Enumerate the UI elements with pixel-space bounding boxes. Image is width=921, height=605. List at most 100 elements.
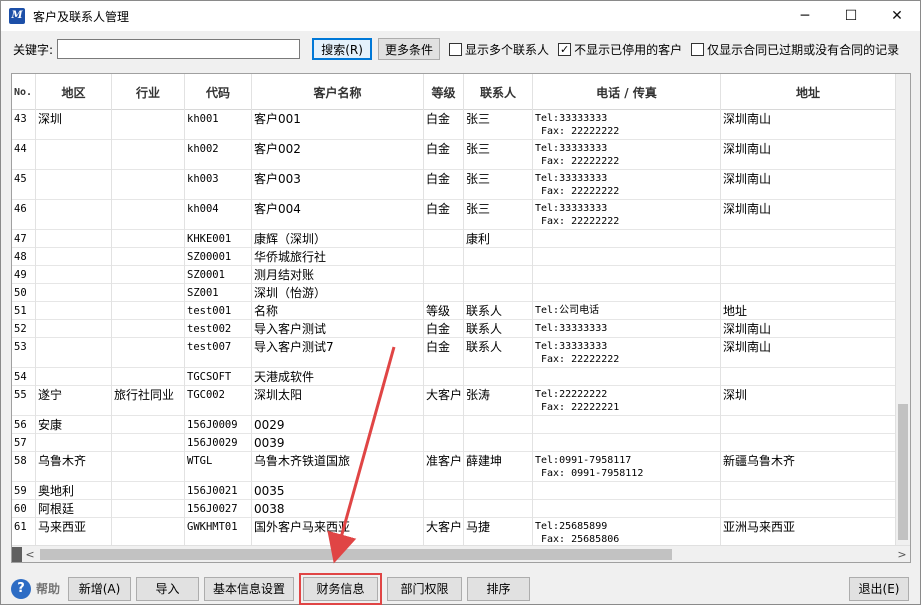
cell-region: [36, 302, 112, 320]
import-button[interactable]: 导入: [136, 576, 200, 601]
cell-code: WTGL: [185, 452, 252, 482]
table-row[interactable]: 55 遂宁 旅行社同业 TGC002 深圳太阳 大客户 张涛 Tel:22222222 Fax:…: [12, 386, 896, 416]
cell-phone-fax: [533, 482, 721, 500]
cell-phone-fax: Tel:33333333 Fax: 22222222: [533, 338, 721, 368]
table-row[interactable]: 45 kh003 客户003 白金 张三 Tel:33333333 Fax: 2222222…: [12, 170, 896, 200]
cell-phone-fax: [533, 368, 721, 386]
table-row[interactable]: 61 马来西亚 GWKHMT01 国外客户马来西亚 大客户 马捷 Tel:25685899 F…: [12, 518, 896, 548]
table-row[interactable]: 51 test001 名称 等级 联系人 Tel:公司电话 地址: [12, 302, 896, 320]
cell-address: [721, 368, 896, 386]
horizontal-scrollbar[interactable]: < >: [12, 545, 910, 562]
cell-level: [424, 230, 464, 248]
show-multiple-contacts-checkbox[interactable]: 显示多个联系人: [449, 41, 549, 58]
column-header-address[interactable]: 地址: [721, 74, 896, 110]
cell-contact: 马捷: [464, 518, 533, 548]
column-header-code[interactable]: 代码: [185, 74, 252, 110]
table-row[interactable]: 60 阿根廷 156J0027 0038: [12, 500, 896, 518]
cell-no: 51: [12, 302, 36, 320]
scroll-left-arrow-icon[interactable]: <: [22, 548, 38, 561]
vertical-scroll-thumb[interactable]: [898, 404, 908, 540]
department-permissions-button[interactable]: 部门权限: [387, 576, 463, 601]
column-header-customer-name[interactable]: 客户名称: [252, 74, 424, 110]
tel-text: Tel:22222222: [535, 389, 608, 400]
add-button[interactable]: 新增(A): [68, 576, 132, 601]
checkbox-label: 显示多个联系人: [465, 42, 550, 57]
customer-grid[interactable]: No. 地区 行业 代码 客户名称 等级 联系人 电话 / 传真 地址 43 深圳…: [11, 73, 911, 563]
vertical-scrollbar[interactable]: [895, 74, 910, 546]
cell-no: 49: [12, 266, 36, 284]
cell-address: 亚洲马来西亚: [721, 518, 896, 548]
keyword-input[interactable]: [57, 39, 301, 59]
table-row[interactable]: 52 test002 导入客户测试 白金 联系人 Tel:33333333 深圳南山: [12, 320, 896, 338]
table-row[interactable]: 50 SZ001 深圳（怡游）: [12, 284, 896, 302]
table-row[interactable]: 57 156J0029 0039: [12, 434, 896, 452]
checkbox-box[interactable]: [449, 42, 463, 56]
cell-code: 156J0009: [185, 416, 252, 434]
more-conditions-button[interactable]: 更多条件: [378, 38, 441, 60]
cell-industry: 旅行社同业: [112, 386, 185, 416]
cell-contact: [464, 434, 533, 452]
tel-text: Tel:33333333: [535, 203, 608, 214]
cell-industry: [112, 368, 185, 386]
sort-button[interactable]: 排序: [467, 576, 531, 601]
checkbox-box-checked[interactable]: ✓: [558, 42, 572, 56]
cell-code: KHKE001: [185, 230, 252, 248]
help-button[interactable]: ? 帮助: [11, 578, 61, 599]
column-header-phone-fax[interactable]: 电话 / 传真: [533, 74, 721, 110]
cell-code: TGCSOFT: [185, 368, 252, 386]
column-header-industry[interactable]: 行业: [112, 74, 185, 110]
close-button[interactable]: ✕: [874, 1, 920, 31]
table-row[interactable]: 48 SZ00001 华侨城旅行社: [12, 248, 896, 266]
table-row[interactable]: 46 kh004 客户004 白金 张三 Tel:33333333 Fax: 2222222…: [12, 200, 896, 230]
search-button[interactable]: 搜索(R): [312, 38, 373, 60]
table-row[interactable]: 53 test007 导入客户测试7 白金 联系人 Tel:33333333 Fax: 22…: [12, 338, 896, 368]
cell-no: 59: [12, 482, 36, 500]
finance-info-button[interactable]: 财务信息: [303, 576, 379, 601]
cell-contact: 康利: [464, 230, 533, 248]
table-row[interactable]: 58 乌鲁木齐 WTGL 乌鲁木齐铁道国旅 准客户 薛建坤 Tel:0991-7958117…: [12, 452, 896, 482]
table-row[interactable]: 49 SZ0001 测月结对账: [12, 266, 896, 284]
cell-region: [36, 200, 112, 230]
expired-contracts-only-checkbox[interactable]: 仅显示合同已过期或没有合同的记录: [691, 41, 899, 58]
help-label: 帮助: [36, 582, 61, 596]
cell-customer-name: 客户001: [252, 110, 424, 140]
cell-code: 156J0029: [185, 434, 252, 452]
table-row[interactable]: 56 安康 156J0009 0029: [12, 416, 896, 434]
column-header-no[interactable]: No.: [12, 74, 36, 110]
column-header-region[interactable]: 地区: [36, 74, 112, 110]
checkbox-box[interactable]: [691, 42, 705, 56]
exit-button[interactable]: 退出(E): [849, 576, 909, 601]
help-question-icon[interactable]: ?: [11, 578, 31, 599]
hide-disabled-customers-checkbox[interactable]: ✓ 不显示已停用的客户: [558, 41, 682, 58]
cell-customer-name: 客户003: [252, 170, 424, 200]
table-row[interactable]: 47 KHKE001 康辉（深圳） 康利: [12, 230, 896, 248]
cell-customer-name: 导入客户测试7: [252, 338, 424, 368]
cell-level: 等级: [424, 302, 464, 320]
cell-level: 白金: [424, 110, 464, 140]
cell-phone-fax: [533, 416, 721, 434]
checkbox-label: 仅显示合同已过期或没有合同的记录: [707, 42, 900, 57]
horizontal-scroll-thumb[interactable]: [40, 548, 672, 560]
column-header-contact[interactable]: 联系人: [464, 74, 533, 110]
cell-customer-name: 测月结对账: [252, 266, 424, 284]
column-header-level[interactable]: 等级: [424, 74, 464, 110]
cell-level: 大客户: [424, 518, 464, 548]
cell-no: 43: [12, 110, 36, 140]
cell-customer-name: 深圳太阳: [252, 386, 424, 416]
minimize-button[interactable]: ─: [782, 1, 828, 31]
table-row[interactable]: 59 奥地利 156J0021 0035: [12, 482, 896, 500]
customer-contact-window: M 客户及联系人管理 ─ ☐ ✕ 关键字: 搜索(R) 更多条件 显示多个联系人…: [0, 0, 921, 605]
cell-customer-name: 0039: [252, 434, 424, 452]
cell-phone-fax: Tel:公司电话: [533, 302, 721, 320]
maximize-button[interactable]: ☐: [828, 1, 874, 31]
cell-code: SZ0001: [185, 266, 252, 284]
cell-address: [721, 230, 896, 248]
fax-text: Fax: 22222222: [541, 156, 620, 167]
scroll-right-arrow-icon[interactable]: >: [894, 548, 910, 561]
table-row[interactable]: 43 深圳 kh001 客户001 白金 张三 Tel:33333333 Fax: 22222…: [12, 110, 896, 140]
table-row[interactable]: 44 kh002 客户002 白金 张三 Tel:33333333 Fax: 2222222…: [12, 140, 896, 170]
basic-info-settings-button[interactable]: 基本信息设置: [204, 576, 295, 601]
table-row[interactable]: 54 TGCSOFT 天港成软件: [12, 368, 896, 386]
cell-customer-name: 名称: [252, 302, 424, 320]
cell-no: 60: [12, 500, 36, 518]
